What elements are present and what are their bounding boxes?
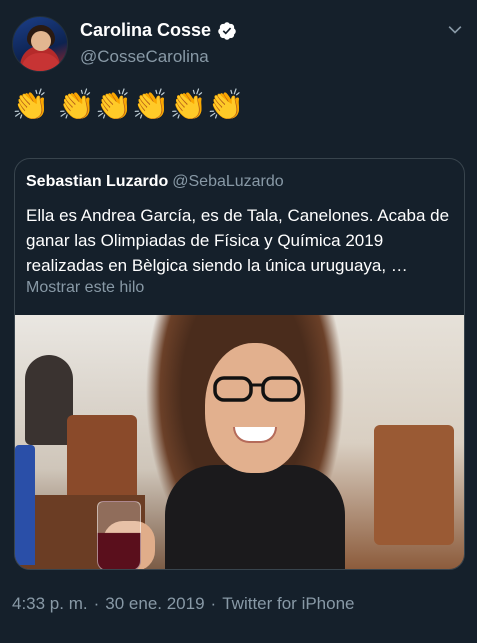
tweet-client[interactable]: Twitter for iPhone (222, 594, 354, 613)
show-thread-link[interactable]: Mostrar este hilo (26, 279, 144, 297)
quoted-tweet[interactable]: Sebastian Luzardo @SebaLuzardo Ella es An… (14, 158, 465, 570)
quoted-media-image[interactable] (15, 315, 464, 569)
chevron-down-icon[interactable] (445, 20, 465, 40)
tweet-header: Carolina Cosse @CosseCarolina (12, 14, 465, 74)
author-block[interactable]: Carolina Cosse @CosseCarolina (80, 20, 237, 67)
quoted-header: Sebastian Luzardo @SebaLuzardo (26, 173, 284, 191)
quoted-text: Ella es Andrea García, es de Tala, Canel… (26, 206, 450, 275)
author-display-name[interactable]: Carolina Cosse (80, 20, 211, 41)
verified-badge-icon (218, 21, 236, 40)
avatar[interactable] (12, 16, 68, 72)
tweet: Carolina Cosse @CosseCarolina 👏 👏👏👏👏👏 Se… (0, 0, 477, 643)
tweet-meta: 4:33 p. m. · 30 ene. 2019 · Twitter for iPho… (12, 594, 355, 613)
tweet-date[interactable]: 30 ene. 2019 (105, 594, 204, 613)
quoted-handle: @SebaLuzardo (172, 173, 284, 190)
tweet-text: 👏 👏👏👏👏👏 (12, 89, 245, 122)
quoted-display-name: Sebastian Luzardo (26, 173, 169, 190)
tweet-time[interactable]: 4:33 p. m. (12, 594, 88, 613)
author-handle[interactable]: @CosseCarolina (80, 47, 237, 67)
